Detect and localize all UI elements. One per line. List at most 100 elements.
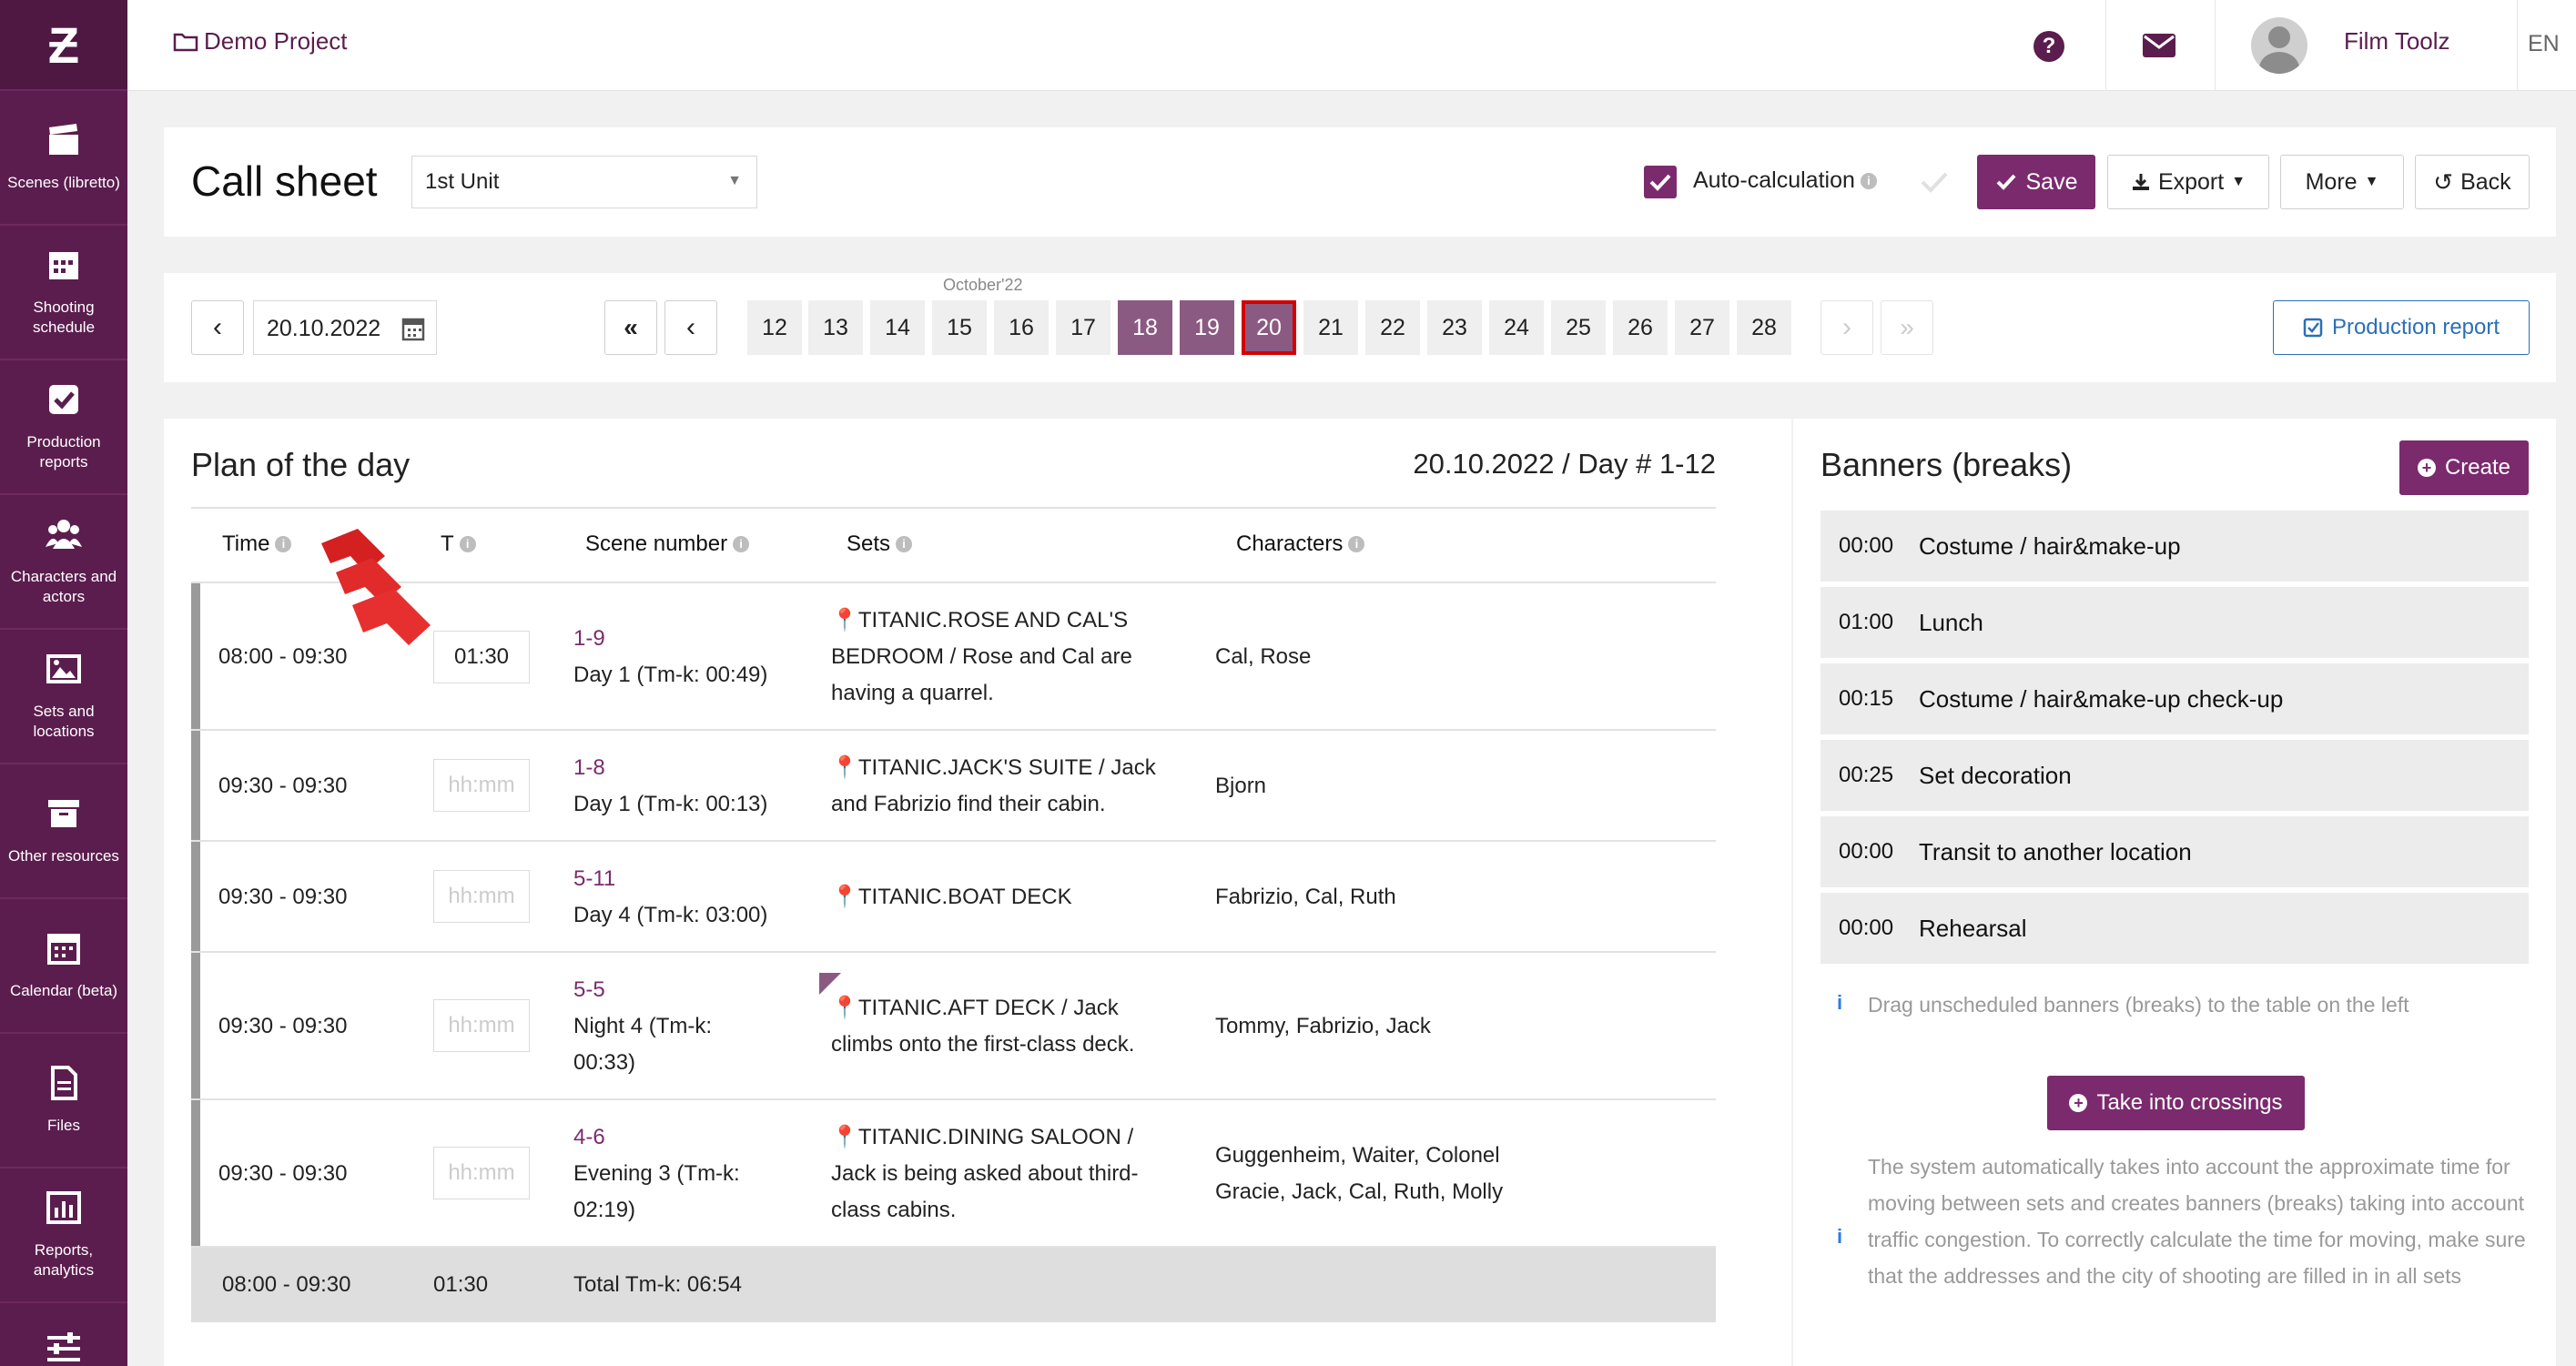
- next-week-button[interactable]: »: [1881, 300, 1933, 355]
- user-name[interactable]: Film Toolz: [2344, 27, 2450, 56]
- duration-input[interactable]: hh:mm: [433, 870, 530, 923]
- calendar-grid-icon: [49, 252, 78, 279]
- check-icon: [1649, 174, 1671, 191]
- drag-handle[interactable]: [191, 953, 200, 1098]
- day-27[interactable]: 27: [1675, 300, 1729, 355]
- help-icon[interactable]: ?: [2033, 31, 2064, 62]
- top-bar: Demo Project ? Film Toolz EN: [127, 0, 2576, 91]
- prev-day-button[interactable]: ‹: [664, 300, 717, 355]
- check-icon: [1996, 174, 2015, 190]
- day-26[interactable]: 26: [1613, 300, 1668, 355]
- auto-calculation-checkbox[interactable]: [1644, 166, 1677, 198]
- day-17[interactable]: 17: [1056, 300, 1111, 355]
- banner-item[interactable]: 01:00 Lunch: [1820, 587, 2529, 658]
- banner-item[interactable]: 00:00 Costume / hair&make-up: [1820, 511, 2529, 582]
- more-button[interactable]: More ▼: [2280, 155, 2404, 209]
- scene-link[interactable]: 4-6: [573, 1119, 756, 1156]
- download-icon: [2132, 174, 2149, 190]
- next-day-button[interactable]: ›: [1820, 300, 1873, 355]
- scene-link[interactable]: 5-11: [573, 861, 767, 897]
- col-time[interactable]: Time i: [222, 531, 292, 557]
- table-row[interactable]: 09:30 - 09:30 hh:mm 1-8 Day 1 (Tm-k: 00:…: [191, 731, 1716, 842]
- language-switch[interactable]: EN: [2528, 31, 2560, 57]
- sidebar-item-scenes[interactable]: Scenes (libretto): [0, 91, 127, 226]
- project-link[interactable]: Demo Project: [173, 27, 348, 56]
- create-banner-button[interactable]: + Create: [2399, 440, 2529, 495]
- back-button[interactable]: ↺ Back: [2415, 155, 2530, 209]
- day-28[interactable]: 28: [1737, 300, 1791, 355]
- day-15[interactable]: 15: [932, 300, 987, 355]
- col-sets[interactable]: Sets i: [847, 531, 913, 557]
- drag-handle[interactable]: [191, 1100, 200, 1246]
- table-row[interactable]: 09:30 - 09:30 hh:mm 5-11 Day 4 (Tm-k: 03…: [191, 842, 1716, 953]
- prev-week-button[interactable]: «: [604, 300, 657, 355]
- save-button[interactable]: Save: [1977, 155, 2095, 209]
- duration-input[interactable]: hh:mm: [433, 1147, 530, 1199]
- scene-link[interactable]: 5-5: [573, 972, 737, 1008]
- day-25[interactable]: 25: [1551, 300, 1606, 355]
- take-into-crossings-button[interactable]: + Take into crossings: [2047, 1076, 2305, 1130]
- calendar-icon[interactable]: [401, 316, 425, 341]
- day-14[interactable]: 14: [870, 300, 925, 355]
- drag-handle[interactable]: [191, 731, 200, 840]
- day-16[interactable]: 16: [994, 300, 1049, 355]
- sidebar-item-shooting-schedule[interactable]: Shooting schedule: [0, 226, 127, 360]
- sidebar-item-other-resources[interactable]: Other resources: [0, 764, 127, 899]
- col-characters[interactable]: Characters i: [1236, 531, 1365, 557]
- day-23[interactable]: 23: [1427, 300, 1482, 355]
- info-icon: i: [1837, 991, 1843, 1014]
- day-12[interactable]: 12: [747, 300, 802, 355]
- export-button[interactable]: Export ▼: [2107, 155, 2269, 209]
- total-duration: 01:30: [433, 1272, 489, 1297]
- scene-link[interactable]: 1-8: [573, 750, 767, 786]
- day-18[interactable]: 18: [1118, 300, 1172, 355]
- banner-item[interactable]: 00:25 Set decoration: [1820, 740, 2529, 811]
- sidebar-item-files[interactable]: Files: [0, 1034, 127, 1169]
- date-bar-card: [164, 273, 2556, 382]
- col-scene-number[interactable]: Scene number i: [585, 531, 750, 557]
- sidebar-item-sets[interactable]: Sets and locations: [0, 630, 127, 764]
- map-pin-icon: 📍: [831, 885, 858, 909]
- day-21[interactable]: 21: [1303, 300, 1358, 355]
- unit-select[interactable]: 1st Unit ▼: [411, 156, 757, 208]
- app-logo[interactable]: Ƶ: [0, 0, 127, 91]
- row-time: 09:30 - 09:30: [218, 1014, 348, 1038]
- caret-down-icon: ▼: [727, 173, 742, 188]
- banner-item[interactable]: 00:00 Rehearsal: [1820, 893, 2529, 964]
- day-13[interactable]: 13: [808, 300, 863, 355]
- chevron-left-icon: ‹: [213, 312, 222, 342]
- image-icon: [46, 654, 81, 683]
- day-20-selected[interactable]: 20: [1242, 300, 1296, 355]
- total-row: 08:00 - 09:30 01:30 Total Tm-k: 06:54: [191, 1248, 1716, 1322]
- table-row[interactable]: 09:30 - 09:30 hh:mm 4-6 Evening 3 (Tm-k:…: [191, 1100, 1716, 1248]
- sidebar-item-reports[interactable]: Reports, analytics: [0, 1169, 127, 1303]
- date-input[interactable]: 20.10.2022: [253, 300, 437, 355]
- banner-item[interactable]: 00:15 Costume / hair&make-up check-up: [1820, 663, 2529, 734]
- sidebar-item-calendar[interactable]: Calendar (beta): [0, 899, 127, 1034]
- banner-item[interactable]: 00:00 Transit to another location: [1820, 816, 2529, 887]
- scene-desc: Day 4 (Tm-k: 03:00): [573, 903, 768, 927]
- day-22[interactable]: 22: [1365, 300, 1420, 355]
- chevron-right-icon: ›: [1842, 312, 1851, 342]
- drag-handle[interactable]: [191, 583, 200, 729]
- double-chevron-left-icon: «: [624, 313, 638, 341]
- scene-link[interactable]: 1-9: [573, 621, 767, 657]
- mail-icon[interactable]: [2142, 33, 2176, 58]
- production-report-button[interactable]: Production report: [2273, 300, 2530, 355]
- duration-input[interactable]: hh:mm: [433, 999, 530, 1052]
- drag-handle[interactable]: [191, 842, 200, 951]
- auto-calculation-label: Auto-calculation i: [1693, 167, 1877, 194]
- characters-cell: Cal, Rose: [1215, 644, 1312, 669]
- prev-date-button[interactable]: ‹: [191, 300, 244, 355]
- sidebar-item-production-reports[interactable]: Production reports: [0, 360, 127, 495]
- day-24[interactable]: 24: [1489, 300, 1544, 355]
- table-row[interactable]: 09:30 - 09:30 hh:mm 5-5 Night 4 (Tm-k: 0…: [191, 953, 1716, 1100]
- avatar[interactable]: [2251, 17, 2307, 74]
- day-19[interactable]: 19: [1180, 300, 1234, 355]
- duration-input[interactable]: hh:mm: [433, 759, 530, 812]
- sidebar-item-settings[interactable]: [0, 1303, 127, 1366]
- sidebar-item-characters[interactable]: Characters and actors: [0, 495, 127, 630]
- scene-cell: 5-5 Night 4 (Tm-k: 00:33): [573, 972, 737, 1081]
- page-title: Call sheet: [191, 157, 378, 205]
- clapperboard-icon: [49, 124, 78, 155]
